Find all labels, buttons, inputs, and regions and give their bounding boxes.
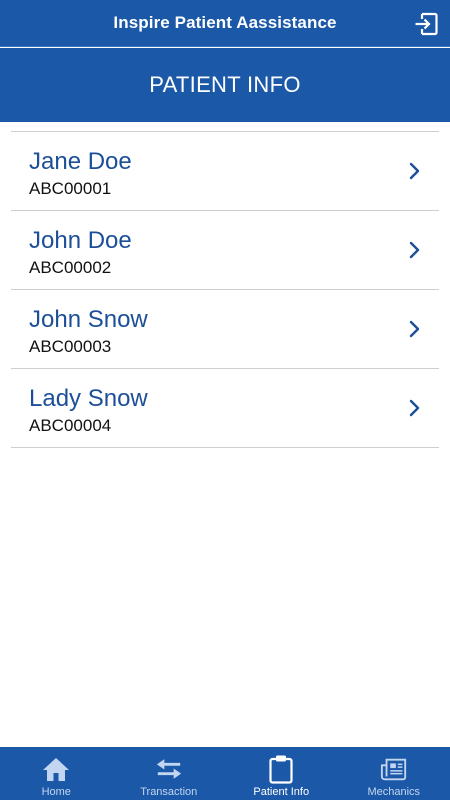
tab-label: Mechanics xyxy=(367,786,421,798)
clipboard-icon xyxy=(267,755,295,784)
tab-label: Transaction xyxy=(140,786,198,798)
tab-mechanics[interactable]: Mechanics xyxy=(338,747,450,800)
patient-name: Lady Snow xyxy=(29,385,148,412)
patient-name: John Doe xyxy=(29,227,132,254)
page-header: PATIENT INFO xyxy=(0,48,450,122)
patient-id: ABC00002 xyxy=(29,258,112,277)
patient-id: ABC00001 xyxy=(29,179,112,198)
patient-list: Jane Doe ABC00001 John Doe ABC00002 John… xyxy=(11,131,439,448)
logout-button[interactable] xyxy=(412,10,440,38)
newspaper-icon xyxy=(380,755,408,783)
chevron-right-icon xyxy=(409,320,420,338)
patient-row[interactable]: John Doe ABC00002 xyxy=(11,211,439,290)
patient-row[interactable]: John Snow ABC00003 xyxy=(11,290,439,369)
patient-name: Jane Doe xyxy=(29,148,132,175)
tab-home[interactable]: Home xyxy=(0,747,113,800)
app-title: Inspire Patient Aassistance xyxy=(113,13,337,32)
chevron-right-icon xyxy=(409,241,420,259)
home-icon xyxy=(42,755,70,783)
app-screen: Inspire Patient Aassistance PATIENT INFO… xyxy=(0,0,450,800)
tab-patient-info[interactable]: Patient Info xyxy=(225,747,338,800)
page-title: PATIENT INFO xyxy=(149,72,301,97)
logout-icon xyxy=(415,12,438,36)
patient-row[interactable]: Jane Doe ABC00001 xyxy=(11,132,439,211)
swap-arrows-icon xyxy=(155,755,183,783)
chevron-right-icon xyxy=(409,399,420,417)
patient-id: ABC00004 xyxy=(29,416,112,435)
chevron-right-icon xyxy=(409,162,420,180)
top-bar: Inspire Patient Aassistance xyxy=(0,0,450,47)
bottom-tab-bar: Home Transaction Patient Info Mechanics xyxy=(0,747,450,800)
tab-label: Home xyxy=(41,786,71,798)
tab-transaction[interactable]: Transaction xyxy=(113,747,226,800)
patient-row[interactable]: Lady Snow ABC00004 xyxy=(11,369,439,448)
patient-id: ABC00003 xyxy=(29,337,112,356)
patient-name: John Snow xyxy=(29,306,148,333)
tab-label: Patient Info xyxy=(253,786,310,798)
